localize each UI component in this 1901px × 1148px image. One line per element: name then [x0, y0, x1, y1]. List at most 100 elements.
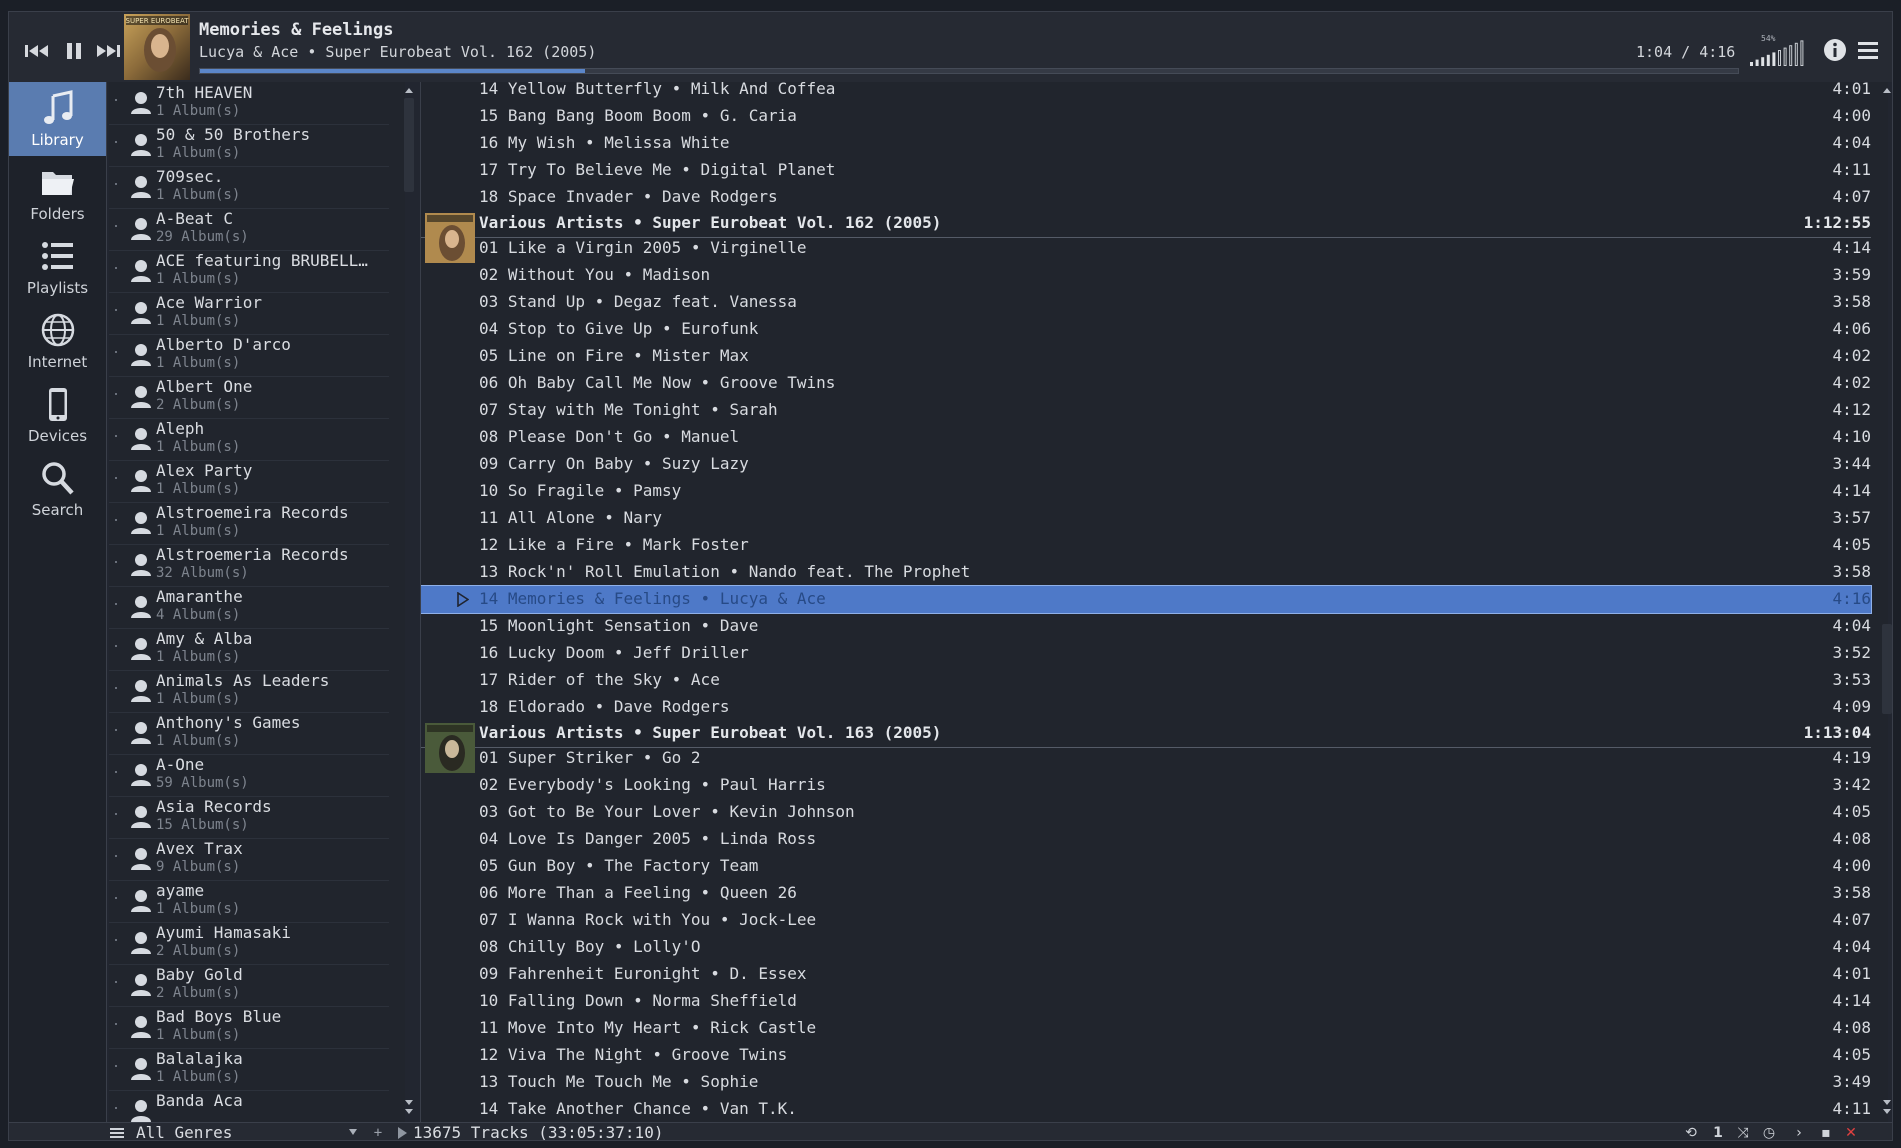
artist-list-item[interactable]: Bad Boys Blue 1 Album(s) — [109, 1006, 389, 1049]
track-row[interactable]: 15 Moonlight Sensation • Dave 4:04 — [421, 613, 1871, 640]
track-row[interactable]: 03 Stand Up • Degaz feat. Vanessa 3:58 — [421, 289, 1871, 316]
artist-list-item[interactable]: Aleph 1 Album(s) — [109, 418, 389, 461]
expand-indicator[interactable] — [115, 561, 117, 563]
expand-indicator[interactable] — [115, 939, 117, 941]
expand-indicator[interactable] — [115, 225, 117, 227]
artist-list-item[interactable]: Amaranthe 4 Album(s) — [109, 586, 389, 629]
now-playing-cover[interactable]: SUPER EUROBEAT — [124, 14, 190, 80]
track-row[interactable]: 08 Please Don't Go • Manuel 4:10 — [421, 424, 1871, 451]
track-row[interactable]: 01 Like a Virgin 2005 • Virginelle 4:14 — [421, 235, 1871, 262]
track-row[interactable]: 12 Viva The Night • Groove Twins 4:05 — [421, 1042, 1871, 1069]
artist-list-item[interactable]: Alberto D'arco 1 Album(s) — [109, 334, 389, 377]
track-row[interactable]: 07 I Wanna Rock with You • Jock-Lee 4:07 — [421, 907, 1871, 934]
track-row[interactable]: 12 Like a Fire • Mark Foster 4:05 — [421, 532, 1871, 559]
artist-list-item[interactable]: 50 & 50 Brothers 1 Album(s) — [109, 124, 389, 167]
next-track-button[interactable] — [91, 36, 125, 66]
artist-list-item[interactable]: Amy & Alba 1 Album(s) — [109, 628, 389, 671]
track-row[interactable]: 05 Line on Fire • Mister Max 4:02 — [421, 343, 1871, 370]
track-row[interactable]: 05 Gun Boy • The Factory Team 4:00 — [421, 853, 1871, 880]
artist-list-item[interactable]: Ace Warrior 1 Album(s) — [109, 292, 389, 335]
expand-indicator[interactable] — [115, 603, 117, 605]
artist-list-item[interactable]: Alstroemeria Records 32 Album(s) — [109, 544, 389, 587]
artist-list-item[interactable]: Albert One 2 Album(s) — [109, 376, 389, 419]
artist-list-item[interactable]: Alex Party 1 Album(s) — [109, 460, 389, 503]
track-row[interactable]: 06 Oh Baby Call Me Now • Groove Twins 4:0… — [421, 370, 1871, 397]
next-page-button[interactable]: › — [1789, 1124, 1809, 1140]
album-header[interactable]: Various Artists • Super Eurobeat Vol. 16… — [421, 721, 1871, 748]
track-row[interactable]: 02 Everybody's Looking • Paul Harris 3:42 — [421, 772, 1871, 799]
sidebar-item-search[interactable]: Search — [9, 452, 106, 526]
artist-list-item[interactable]: Asia Records 15 Album(s) — [109, 796, 389, 839]
expand-indicator[interactable] — [115, 1107, 117, 1109]
artist-list-item[interactable]: Animals As Leaders 1 Album(s) — [109, 670, 389, 713]
artist-list-item[interactable]: Alstroemeira Records 1 Album(s) — [109, 502, 389, 545]
artist-list-item[interactable]: Avex Trax 9 Album(s) — [109, 838, 389, 881]
expand-indicator[interactable] — [115, 729, 117, 731]
repeat-button[interactable]: ⟲ — [1681, 1124, 1701, 1140]
main-menu-button[interactable] — [1852, 34, 1884, 66]
clear-playlist-button[interactable]: ✕ — [1841, 1124, 1861, 1140]
seek-bar[interactable] — [199, 68, 1739, 74]
expand-indicator[interactable] — [115, 99, 117, 101]
pause-button[interactable] — [57, 36, 91, 66]
track-row[interactable]: 01 Super Striker • Go 2 4:19 — [421, 745, 1871, 772]
artist-list-item[interactable]: 7th HEAVEN 1 Album(s) — [109, 82, 389, 125]
timer-button[interactable]: ◷ — [1759, 1124, 1779, 1140]
expand-indicator[interactable] — [115, 183, 117, 185]
artist-list-item[interactable]: Balalajka 1 Album(s) — [109, 1048, 389, 1091]
sidebar-item-library[interactable]: Library — [9, 82, 106, 156]
track-list-scrollbar[interactable] — [1879, 84, 1892, 1116]
list-menu-icon[interactable] — [109, 1125, 125, 1141]
track-row[interactable]: 14 Take Another Chance • Van T.K. 4:11 — [421, 1096, 1871, 1122]
expand-indicator[interactable] — [115, 855, 117, 857]
expand-indicator[interactable] — [115, 1023, 117, 1025]
expand-indicator[interactable] — [115, 309, 117, 311]
shuffle-button[interactable]: ⤨ — [1733, 1124, 1753, 1140]
artist-list-item[interactable]: A-Beat C 29 Album(s) — [109, 208, 389, 251]
expand-indicator[interactable] — [115, 981, 117, 983]
album-header[interactable]: Various Artists • Super Eurobeat Vol. 16… — [421, 211, 1871, 238]
track-row[interactable]: 18 Space Invader • Dave Rodgers 4:07 — [421, 184, 1871, 211]
track-row[interactable]: 06 More Than a Feeling • Queen 26 3:58 — [421, 880, 1871, 907]
artist-list-item[interactable]: A-One 59 Album(s) — [109, 754, 389, 797]
previous-track-button[interactable] — [20, 36, 54, 66]
sidebar-item-internet[interactable]: Internet — [9, 304, 106, 378]
track-row[interactable]: 09 Fahrenheit Euronight • D. Essex 4:01 — [421, 961, 1871, 988]
expand-indicator[interactable] — [115, 267, 117, 269]
artist-list[interactable]: 7th HEAVEN 1 Album(s) 50 & 50 Brothers 1 Al… — [109, 82, 405, 1122]
expand-indicator[interactable] — [115, 1065, 117, 1067]
track-row[interactable]: 17 Rider of the Sky • Ace 3:53 — [421, 667, 1871, 694]
track-row[interactable]: 03 Got to Be Your Lover • Kevin Johnson 4… — [421, 799, 1871, 826]
artist-list-item[interactable]: Anthony's Games 1 Album(s) — [109, 712, 389, 755]
artist-list-item[interactable]: Banda Aca — [109, 1090, 389, 1122]
track-row[interactable]: 13 Touch Me Touch Me • Sophie 3:49 — [421, 1069, 1871, 1096]
track-row[interactable]: 02 Without You • Madison 3:59 — [421, 262, 1871, 289]
expand-indicator[interactable] — [115, 435, 117, 437]
save-playlist-button[interactable]: ▪ — [1816, 1124, 1836, 1140]
track-row[interactable]: 07 Stay with Me Tonight • Sarah 4:12 — [421, 397, 1871, 424]
expand-indicator[interactable] — [115, 687, 117, 689]
expand-indicator[interactable] — [115, 393, 117, 395]
track-row[interactable]: 04 Love Is Danger 2005 • Linda Ross 4:08 — [421, 826, 1871, 853]
track-row[interactable]: 18 Eldorado • Dave Rodgers 4:09 — [421, 694, 1871, 721]
expand-indicator[interactable] — [115, 141, 117, 143]
expand-indicator[interactable] — [115, 519, 117, 521]
track-list[interactable]: 14 Yellow Butterfly • Milk And Coffea 4:0… — [420, 82, 1888, 1122]
artist-list-item[interactable]: ACE featuring BRUBELL… 1 Album(s) — [109, 250, 389, 293]
sidebar-item-folders[interactable]: Folders — [9, 156, 106, 230]
expand-indicator[interactable] — [115, 645, 117, 647]
track-row[interactable]: 11 All Alone • Nary 3:57 — [421, 505, 1871, 532]
track-row[interactable]: 10 Falling Down • Norma Sheffield 4:14 — [421, 988, 1871, 1015]
track-row[interactable]: 17 Try To Believe Me • Digital Planet 4:1… — [421, 157, 1871, 184]
sidebar-item-playlists[interactable]: Playlists — [9, 230, 106, 304]
expand-indicator[interactable] — [115, 897, 117, 899]
expand-indicator[interactable] — [115, 351, 117, 353]
artist-list-item[interactable]: ayame 1 Album(s) — [109, 880, 389, 923]
track-row[interactable]: 08 Chilly Boy • Lolly'O 4:04 — [421, 934, 1871, 961]
track-row[interactable]: 15 Bang Bang Boom Boom • G. Caria 4:00 — [421, 103, 1871, 130]
track-row[interactable]: 04 Stop to Give Up • Eurofunk 4:06 — [421, 316, 1871, 343]
track-row[interactable]: 09 Carry On Baby • Suzy Lazy 3:44 — [421, 451, 1871, 478]
track-row[interactable]: 16 My Wish • Melissa White 4:04 — [421, 130, 1871, 157]
track-row[interactable]: 10 So Fragile • Pamsy 4:14 — [421, 478, 1871, 505]
play-selection-button[interactable] — [393, 1124, 411, 1140]
